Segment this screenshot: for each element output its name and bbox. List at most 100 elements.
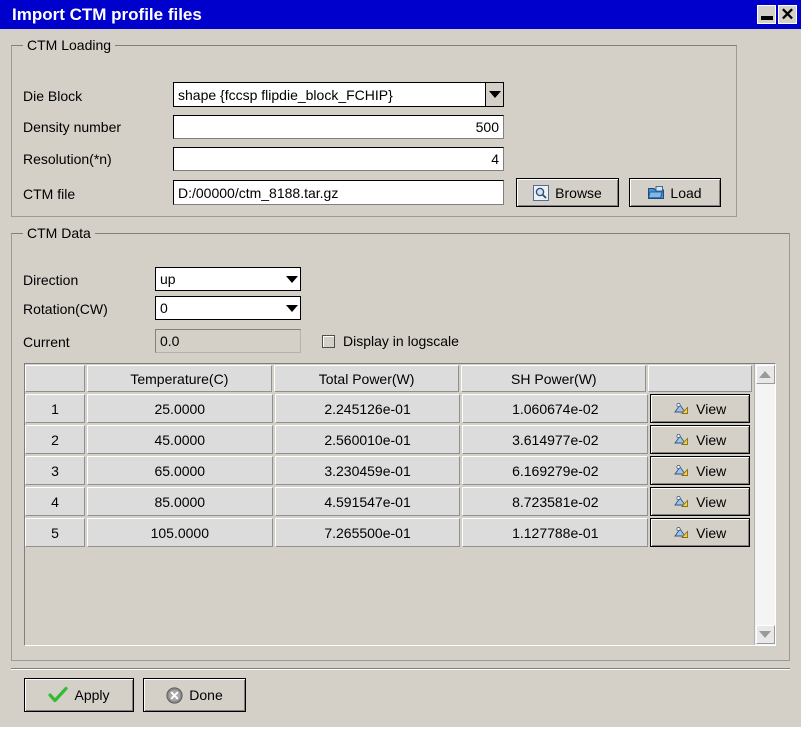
row-index: 2 [25,425,85,454]
ctm-table-body: Temperature(C) Total Power(W) SH Power(W… [25,364,754,645]
row-total-power: 4.591547e-01 [274,487,461,516]
view-icon [674,433,689,445]
density-number-label: Density number [23,119,122,135]
ctm-data-legend: CTM Data [23,225,95,241]
die-block-label: Die Block [23,88,83,104]
density-number-input[interactable]: 500 [173,115,504,139]
view-button[interactable]: View [650,487,751,516]
row-index: 5 [25,518,85,547]
die-block-select[interactable]: shape {fccsp flipdie_block_FCHIP} [173,82,504,107]
row-total-power: 3.230459e-01 [274,456,461,485]
row-temperature: 85.0000 [86,487,273,516]
ctm-file-input[interactable]: D:/00000/ctm_8188.tar.gz [173,180,504,205]
load-button-label: Load [670,184,702,201]
current-input: 0.0 [155,329,301,353]
table-header-cell: Total Power(W) [273,365,460,392]
import-ctm-dialog: Import CTM profile files ✕ CTM Loading D… [0,0,801,727]
cancel-icon [166,686,183,704]
scroll-down-button[interactable] [755,625,775,644]
table-header-cell: SH Power(W) [461,365,647,392]
logscale-checkbox[interactable]: Display in logscale [322,333,459,349]
folder-open-icon [648,185,665,199]
view-button[interactable]: View [650,394,751,423]
rotation-value: 0 [160,300,168,316]
table-row[interactable]: 5 105.0000 7.265500e-01 1.127788e-01 Vie… [25,517,754,548]
minimize-icon[interactable] [757,5,776,24]
table-vertical-scrollbar[interactable] [754,364,775,645]
chevron-down-icon[interactable] [283,268,300,290]
table-row[interactable]: 3 65.0000 3.230459e-01 6.169279e-02 View [25,455,754,486]
view-icon [674,402,689,414]
checkbox-icon[interactable] [322,334,335,348]
row-index: 1 [25,394,85,423]
row-total-power: 7.265500e-01 [274,518,461,547]
row-temperature: 105.0000 [86,518,273,547]
row-action-cell: View [650,424,754,455]
row-sh-power: 8.723581e-02 [462,487,649,516]
resolution-input[interactable]: 4 [173,147,504,171]
window-controls: ✕ [757,5,801,24]
done-button-label: Done [189,687,223,703]
title-bar: Import CTM profile files ✕ [0,0,801,29]
table-row[interactable]: 1 25.0000 2.245126e-01 1.060674e-02 View [25,393,754,424]
view-button-label: View [696,431,727,448]
ctm-table: Temperature(C) Total Power(W) SH Power(W… [24,363,776,646]
row-action-cell: View [650,393,754,424]
view-button-label: View [696,524,727,541]
apply-button-label: Apply [74,687,110,703]
ctm-loading-legend: CTM Loading [23,37,116,53]
check-icon [48,686,69,703]
search-icon [533,184,550,201]
row-sh-power: 6.169279e-02 [462,456,649,485]
close-button[interactable]: ✕ [778,5,797,24]
view-button[interactable]: View [650,456,751,485]
table-row[interactable]: 4 85.0000 4.591547e-01 8.723581e-02 View [25,486,754,517]
view-button[interactable]: View [650,518,751,547]
row-temperature: 65.0000 [86,456,273,485]
view-button[interactable]: View [650,425,751,454]
current-label: Current [23,334,70,350]
row-action-cell: View [650,486,754,517]
window-title: Import CTM profile files [12,4,202,24]
row-index: 3 [25,456,85,485]
view-icon [674,495,689,507]
rotation-select[interactable]: 0 [155,296,301,320]
row-index: 4 [25,487,85,516]
ctm-file-label: CTM file [23,186,76,202]
footer-divider [11,668,790,670]
row-temperature: 25.0000 [86,394,273,423]
row-action-cell: View [650,517,754,548]
direction-label: Direction [23,272,79,288]
direction-value: up [160,271,176,287]
close-icon: ✕ [780,5,795,24]
view-icon [674,526,689,538]
chevron-down-icon [759,631,771,638]
direction-select[interactable]: up [155,267,301,291]
die-block-value: shape {fccsp flipdie_block_FCHIP} [178,86,393,103]
row-total-power: 2.245126e-01 [274,394,461,423]
scroll-up-button[interactable] [755,365,775,384]
browse-button[interactable]: Browse [516,178,619,207]
row-temperature: 45.0000 [86,425,273,454]
load-button[interactable]: Load [629,178,721,207]
chevron-down-icon[interactable] [485,83,503,106]
table-row[interactable]: 2 45.0000 2.560010e-01 3.614977e-02 View [25,424,754,455]
rotation-label: Rotation(CW) [23,301,108,317]
table-header-row: Temperature(C) Total Power(W) SH Power(W… [25,364,754,393]
view-button-label: View [696,462,727,479]
resolution-label: Resolution(*n) [23,151,112,167]
row-total-power: 2.560010e-01 [274,425,461,454]
row-action-cell: View [650,455,754,486]
row-sh-power: 1.060674e-02 [462,394,649,423]
logscale-label: Display in logscale [343,333,459,349]
chevron-up-icon [759,371,771,378]
table-header-cell [648,365,752,392]
table-header-cell [25,365,85,392]
done-button[interactable]: Done [143,678,246,712]
browse-button-label: Browse [555,184,602,201]
apply-button[interactable]: Apply [24,678,134,712]
chevron-down-icon[interactable] [283,297,300,319]
view-button-label: View [696,493,727,510]
row-sh-power: 1.127788e-01 [462,518,649,547]
row-sh-power: 3.614977e-02 [462,425,649,454]
